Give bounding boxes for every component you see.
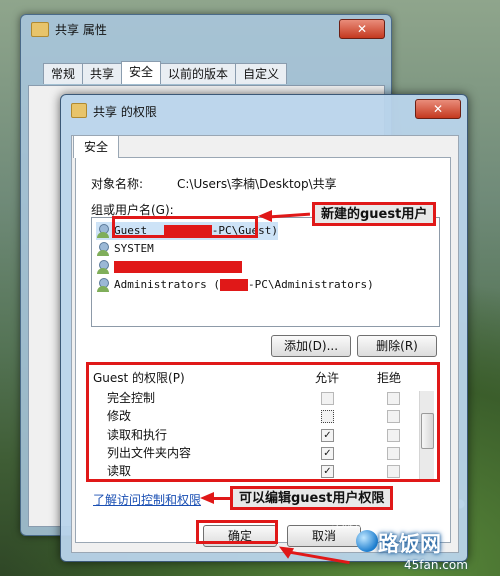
user-icon xyxy=(96,242,110,256)
folder-lock-icon xyxy=(71,103,87,118)
tab-general[interactable]: 常规 xyxy=(43,63,84,84)
arrow-head-guest xyxy=(258,210,272,222)
properties-tabs: 常规 共享 安全 以前的版本 自定义 xyxy=(43,61,288,85)
properties-close-button[interactable]: ✕ xyxy=(339,19,385,39)
watermark-url: 45fan.com xyxy=(404,558,468,572)
permissions-close-button[interactable]: ✕ xyxy=(415,99,461,119)
watermark-brand: 路饭网 xyxy=(378,532,441,556)
properties-title: 共享 属性 xyxy=(55,23,107,37)
user-row-system[interactable]: SYSTEM xyxy=(96,240,154,258)
user-row-redacted[interactable] xyxy=(96,258,242,276)
callout-new-guest: 新建的guest用户 xyxy=(312,202,437,226)
tab-security[interactable]: 安全 xyxy=(121,61,162,84)
watermark-logo-icon xyxy=(356,530,378,552)
user-row-administrators[interactable]: Administrators (-PC\Administrators) xyxy=(96,276,374,294)
help-link[interactable]: 了解访问控制和权限 xyxy=(93,491,201,508)
arrow-line-perm xyxy=(212,497,230,500)
user-icon xyxy=(96,260,110,274)
tab-security-dialog[interactable]: 安全 xyxy=(73,135,120,158)
object-name-value: C:\Users\李楠\Desktop\共享 xyxy=(177,177,337,191)
tab-sharing[interactable]: 共享 xyxy=(82,63,123,84)
properties-titlebar: 共享 属性 ✕ xyxy=(21,15,391,43)
ok-highlight-box xyxy=(196,520,278,544)
user-icon xyxy=(96,224,110,238)
permissions-highlight-box xyxy=(86,362,440,482)
user-icon xyxy=(96,278,110,292)
folder-icon xyxy=(31,22,49,37)
permissions-titlebar: 共享 的权限 ✕ xyxy=(61,95,467,123)
arrow-head-perm xyxy=(200,492,214,504)
callout-edit-permissions: 可以编辑guest用户权限 xyxy=(230,486,394,510)
redaction-block xyxy=(219,279,248,291)
object-name-label: 对象名称: xyxy=(91,177,144,191)
redaction-block xyxy=(114,261,242,273)
tab-customize[interactable]: 自定义 xyxy=(235,63,288,84)
add-button[interactable]: 添加(D)... xyxy=(271,335,351,357)
tab-previous-versions[interactable]: 以前的版本 xyxy=(160,63,237,84)
remove-button[interactable]: 删除(R) xyxy=(357,335,437,357)
permissions-title: 共享 的权限 xyxy=(93,105,157,119)
guest-highlight-box xyxy=(112,216,258,238)
